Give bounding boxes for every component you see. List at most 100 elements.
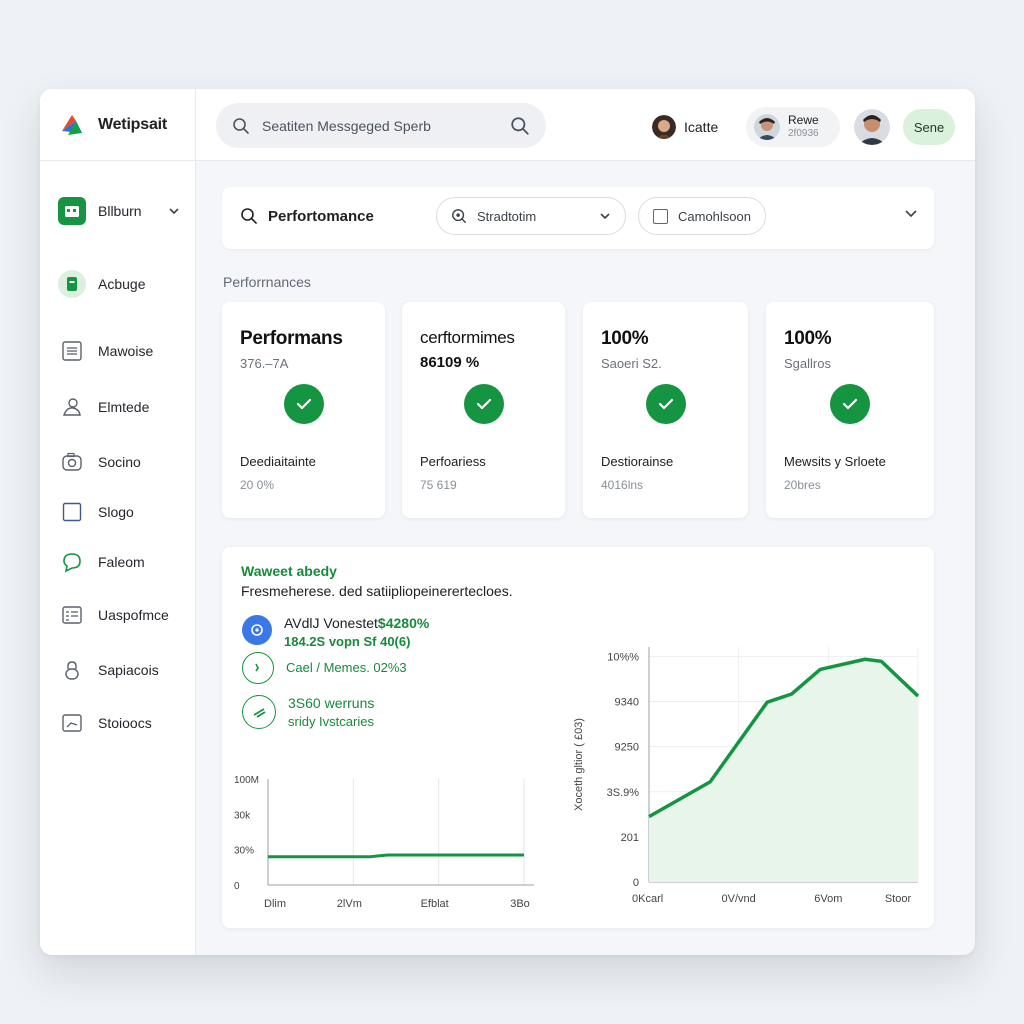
search-submit-icon[interactable]	[510, 116, 530, 136]
x-tick-label: 0V/vnd	[722, 893, 756, 905]
line-chart-small[interactable]: Dlim 2lVm Efblat 3Bo 0 30% 30k 100M	[232, 767, 552, 912]
x-tick-label: Dlim	[264, 898, 286, 910]
profile-avatar[interactable]	[854, 109, 890, 145]
x-tick-label: 6Vom	[814, 893, 842, 905]
sidebar-divider	[195, 89, 196, 955]
area-chart[interactable]: 0 201 3S.9% 9250 9340 10%% 0Kcarl 0V/vnd 6Vom Sto…	[552, 637, 930, 917]
sidebar-item-calendar[interactable]: Bllburn	[58, 197, 142, 225]
y-tick-label: 30k	[234, 810, 251, 821]
series-line	[268, 853, 524, 859]
analytics-panel: Waweet abedy Fresmeherese. ded satiiplio…	[222, 547, 934, 928]
filter-title: Perfortomance	[240, 207, 374, 225]
y-tick-label: 100M	[234, 775, 259, 786]
sidebar-item-chat[interactable]: Faleom	[58, 548, 145, 576]
metric-row[interactable]: Cael / Memes. 02%3	[242, 652, 407, 684]
brand-logo-icon	[62, 115, 82, 135]
card-subtitle: Sgallros	[784, 356, 831, 371]
brand-name: Wetipsait	[98, 116, 168, 133]
search-input[interactable]: Seatiten Messgeged Sperb	[262, 118, 510, 134]
check-icon	[830, 384, 870, 424]
check-icon	[283, 384, 324, 424]
sidebar-item-label: Bllburn	[98, 203, 142, 219]
sidebar: Bllburn Acbuge Mawoise Elmtede Socino Sl…	[40, 161, 195, 955]
y-tick-label: 10%%	[607, 651, 639, 663]
card-subtitle: Saoeri S2.	[601, 356, 662, 371]
metric-row[interactable]: AVdlJ Vonestet$4280% 184.2S vopn Sf 40(6…	[242, 615, 429, 649]
sidebar-item-square[interactable]: Slogo	[58, 498, 134, 526]
filter-title-text: Perfortomance	[268, 207, 374, 225]
user-chip-primary[interactable]: Icatte	[652, 115, 718, 139]
performance-card[interactable]: 100% Saoeri S2. Destiorainse 4016lns	[583, 302, 748, 518]
user-chip-secondary[interactable]: Rewe 2f0936	[746, 107, 840, 147]
y-tick-label: 9250	[615, 742, 639, 754]
card-title: cerftormimes	[420, 328, 515, 347]
x-tick-label: 2lVm	[337, 898, 362, 910]
trend-icon	[242, 695, 276, 729]
send-button[interactable]: Sene	[903, 109, 955, 145]
x-tick-label: 0Kcarl	[632, 893, 663, 905]
performance-card[interactable]: 100% Sgallros Mewsits y Srloete 20bres	[766, 302, 934, 518]
y-tick-label: 3S.9%	[607, 787, 640, 799]
y-tick-label: 0	[633, 877, 639, 889]
sidebar-item-lock[interactable]: Sapiacois	[58, 656, 159, 684]
clipboard-icon	[58, 270, 86, 298]
square-icon	[58, 498, 86, 526]
x-tick-label: Stoor	[885, 893, 912, 905]
brand[interactable]: Wetipsait	[58, 111, 167, 139]
chevron-down-icon	[600, 213, 610, 220]
sidebar-item-clipboard[interactable]: Acbuge	[58, 270, 145, 298]
chat-icon	[58, 548, 86, 576]
section-label: Perforrnances	[223, 274, 311, 290]
y-tick-label: 9340	[615, 697, 639, 709]
card-title: 100%	[784, 328, 832, 349]
sidebar-item-label: Sapiacois	[98, 662, 159, 678]
metric-row[interactable]: 3S60 werruns sridy Ivstcaries	[242, 695, 374, 729]
panel-title: Waweet abedy	[241, 563, 337, 579]
chart-icon	[58, 709, 86, 737]
check-icon	[645, 384, 686, 424]
filter-dropdown[interactable]: Stradtotim	[436, 197, 626, 235]
performance-card[interactable]: cerftormimes 86109 % Perfoariess 75 619	[402, 302, 565, 518]
sidebar-item-camera[interactable]: Socino	[58, 448, 141, 476]
performance-card[interactable]: Performans 376.–7A Deediaitainte 20 0%	[222, 302, 385, 518]
sidebar-item-label: Faleom	[98, 554, 145, 570]
sidebar-item-user[interactable]: Elmtede	[58, 393, 149, 421]
card-footer: Perfoariess	[420, 454, 486, 469]
filter-dropdown-label: Stradtotim	[477, 208, 537, 224]
series-area	[649, 659, 918, 882]
avatar	[754, 114, 780, 140]
comparison-label: Camohlsoon	[678, 208, 751, 224]
sidebar-item-label: Stoioocs	[98, 715, 152, 731]
x-tick-label: Efblat	[421, 898, 449, 910]
panel-subtitle: Fresmeherese. ded satiipliopeinererteclo…	[241, 583, 513, 599]
sidebar-item-label: Mawoise	[98, 343, 154, 359]
comparison-checkbox[interactable]: Camohlsoon	[638, 197, 766, 235]
metric-detail: Cael / Memes. 02%3	[286, 660, 407, 675]
card-footer-value: 4016lns	[601, 478, 644, 492]
app-window: Wetipsait Seatiten Messgeged Sperb Icatt…	[40, 89, 975, 955]
card-footer-value: 75 619	[420, 478, 457, 492]
avatar	[652, 115, 676, 139]
card-subtitle: 86109 %	[420, 354, 480, 371]
sidebar-item-document[interactable]: Mawoise	[58, 337, 153, 365]
user-name: Rewe	[788, 113, 819, 127]
sidebar-item-label: Uaspofmce	[98, 607, 169, 623]
search-bar[interactable]: Seatiten Messgeged Sperb	[216, 103, 546, 148]
sidebar-item-label: Elmtede	[98, 399, 150, 415]
card-footer: Deediaitainte	[240, 454, 316, 469]
card-footer: Destiorainse	[601, 454, 674, 469]
chevron-down-icon[interactable]	[904, 209, 918, 218]
user-id: 2f0936	[788, 128, 819, 139]
y-axis-label: Xoceth gltior ( £03)	[573, 718, 585, 811]
y-tick-label: 201	[621, 832, 639, 844]
top-bar: Wetipsait Seatiten Messgeged Sperb Icatt…	[40, 89, 975, 161]
search-icon	[241, 208, 257, 224]
x-tick-label: 3Bo	[510, 898, 530, 910]
info-icon	[242, 615, 272, 645]
list-icon	[58, 601, 86, 629]
card-title: 100%	[601, 328, 649, 349]
sidebar-item-chart[interactable]: Stoioocs	[58, 709, 152, 737]
checkbox-icon[interactable]	[653, 208, 668, 224]
sidebar-item-list[interactable]: Uaspofmce	[58, 601, 169, 629]
chevron-down-icon[interactable]	[168, 207, 180, 215]
